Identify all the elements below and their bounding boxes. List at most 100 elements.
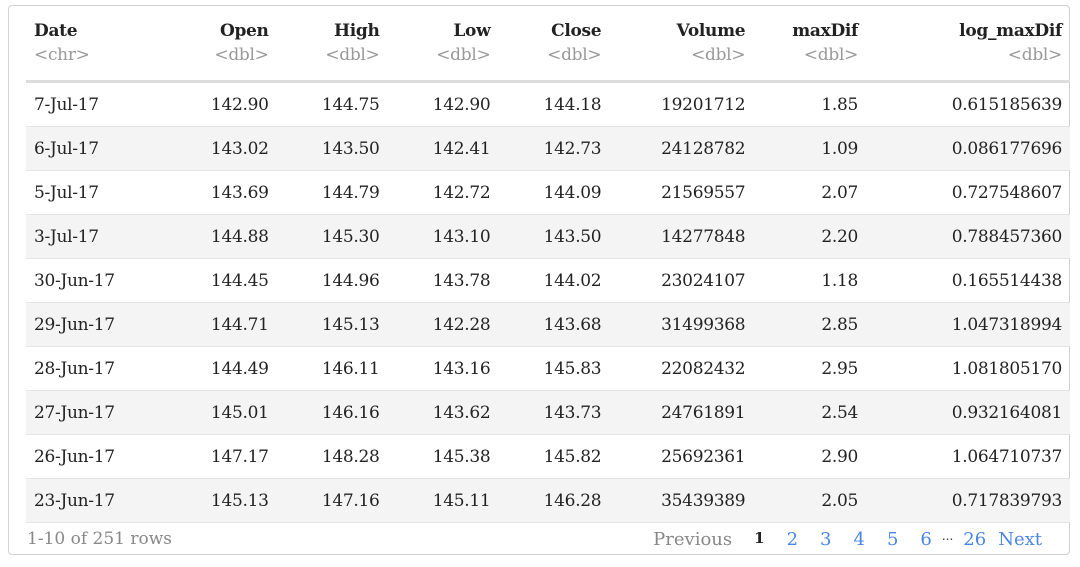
cell-log_maxdif: 0.727548607 bbox=[866, 170, 1070, 215]
cell-log_maxdif: 1.064710737 bbox=[866, 434, 1070, 479]
page-1[interactable]: 1 bbox=[754, 529, 764, 550]
cell-high: 146.11 bbox=[276, 346, 388, 391]
cell-volume: 21569557 bbox=[609, 170, 754, 215]
column-type: <dbl> bbox=[803, 45, 859, 65]
cell-close: 144.02 bbox=[498, 258, 610, 303]
cell-close: 145.83 bbox=[498, 346, 610, 391]
cell-low: 145.38 bbox=[387, 434, 499, 479]
column-type: <dbl> bbox=[547, 45, 602, 65]
cell-close: 142.73 bbox=[498, 126, 610, 171]
cell-close: 143.50 bbox=[498, 214, 610, 259]
page-3[interactable]: 3 bbox=[820, 529, 831, 550]
cell-date: 6-Jul-17 bbox=[26, 126, 171, 171]
cell-low: 142.28 bbox=[387, 302, 499, 347]
cell-maxdif: 2.20 bbox=[753, 214, 867, 259]
cell-open: 143.02 bbox=[170, 126, 277, 171]
column-header-low[interactable]: Low <dbl> bbox=[387, 14, 499, 83]
page-5[interactable]: 5 bbox=[887, 529, 898, 550]
cell-date: 23-Jun-17 bbox=[26, 478, 171, 523]
page-2[interactable]: 2 bbox=[787, 529, 798, 550]
cell-volume: 23024107 bbox=[609, 258, 754, 303]
column-header-high[interactable]: High <dbl> bbox=[276, 14, 388, 83]
cell-volume: 25692361 bbox=[609, 434, 754, 479]
cell-date: 27-Jun-17 bbox=[26, 390, 171, 435]
cell-open: 145.01 bbox=[170, 390, 277, 435]
page-4[interactable]: 4 bbox=[853, 529, 864, 550]
cell-volume: 19201712 bbox=[609, 81, 754, 127]
column-header-log_maxdif[interactable]: log_maxDif <dbl> bbox=[866, 14, 1070, 83]
cell-close: 145.82 bbox=[498, 434, 610, 479]
cell-open: 143.69 bbox=[170, 170, 277, 215]
cell-maxdif: 2.90 bbox=[753, 434, 867, 479]
pagination: Previous 1 2 3 4 5 6 ... 26 Next bbox=[653, 529, 1042, 550]
cell-open: 144.45 bbox=[170, 258, 277, 303]
cell-high: 144.96 bbox=[276, 258, 388, 303]
cell-date: 29-Jun-17 bbox=[26, 302, 171, 347]
cell-maxdif: 2.07 bbox=[753, 170, 867, 215]
cell-maxdif: 2.95 bbox=[753, 346, 867, 391]
page-6[interactable]: 6 bbox=[920, 529, 931, 550]
column-name: log_maxDif bbox=[959, 21, 1062, 41]
previous-button[interactable]: Previous bbox=[653, 529, 732, 550]
table-row: 23-Jun-17 145.13 147.16 145.11 146.28 3543938… bbox=[26, 478, 1070, 523]
cell-volume: 14277848 bbox=[609, 214, 754, 259]
cell-date: 30-Jun-17 bbox=[26, 258, 171, 303]
cell-open: 147.17 bbox=[170, 434, 277, 479]
cell-high: 145.13 bbox=[276, 302, 388, 347]
cell-log_maxdif: 0.788457360 bbox=[866, 214, 1070, 259]
cell-open: 144.49 bbox=[170, 346, 277, 391]
cell-maxdif: 1.09 bbox=[753, 126, 867, 171]
cell-volume: 24128782 bbox=[609, 126, 754, 171]
column-type: <dbl> bbox=[1007, 45, 1063, 65]
column-header-maxdif[interactable]: maxDif <dbl> bbox=[753, 14, 867, 83]
table-row: 30-Jun-17 144.45 144.96 143.78 144.02 2302410… bbox=[26, 258, 1070, 303]
cell-close: 146.28 bbox=[498, 478, 610, 523]
cell-volume: 24761891 bbox=[609, 390, 754, 435]
page-26[interactable]: 26 bbox=[963, 529, 986, 550]
cell-date: 5-Jul-17 bbox=[26, 170, 171, 215]
cell-log_maxdif: 0.165514438 bbox=[866, 258, 1070, 303]
table-row: 27-Jun-17 145.01 146.16 143.62 143.73 2476189… bbox=[26, 390, 1070, 435]
column-header-close[interactable]: Close <dbl> bbox=[498, 14, 610, 83]
cell-close: 143.73 bbox=[498, 390, 610, 435]
cell-high: 147.16 bbox=[276, 478, 388, 523]
table-row: 6-Jul-17 143.02 143.50 142.41 142.73 24128782… bbox=[26, 126, 1070, 171]
cell-open: 144.71 bbox=[170, 302, 277, 347]
table-row: 28-Jun-17 144.49 146.11 143.16 145.83 2208243… bbox=[26, 346, 1070, 391]
cell-low: 143.62 bbox=[387, 390, 499, 435]
cell-log_maxdif: 1.081805170 bbox=[866, 346, 1070, 391]
column-header-volume[interactable]: Volume <dbl> bbox=[609, 14, 754, 83]
cell-high: 144.75 bbox=[276, 81, 388, 127]
cell-high: 144.79 bbox=[276, 170, 388, 215]
cell-maxdif: 2.54 bbox=[753, 390, 867, 435]
column-type: <dbl> bbox=[325, 45, 380, 65]
column-header-date[interactable]: Date <chr> bbox=[26, 14, 171, 83]
table-container: Date <chr> Open <dbl> High <dbl> Low <dbl> Close… bbox=[8, 5, 1070, 555]
cell-maxdif: 1.18 bbox=[753, 258, 867, 303]
column-name: Date bbox=[34, 21, 78, 41]
cell-low: 142.41 bbox=[387, 126, 499, 171]
cell-open: 144.88 bbox=[170, 214, 277, 259]
cell-low: 143.78 bbox=[387, 258, 499, 303]
table-row: 7-Jul-17 142.90 144.75 142.90 144.18 19201712… bbox=[26, 81, 1070, 127]
column-name: Close bbox=[551, 21, 602, 41]
cell-low: 142.72 bbox=[387, 170, 499, 215]
table-row: 29-Jun-17 144.71 145.13 142.28 143.68 3149936… bbox=[26, 302, 1070, 347]
cell-low: 145.11 bbox=[387, 478, 499, 523]
cell-date: 7-Jul-17 bbox=[26, 81, 171, 127]
cell-high: 145.30 bbox=[276, 214, 388, 259]
cell-date: 26-Jun-17 bbox=[26, 434, 171, 479]
row-count-summary: 1-10 of 251 rows bbox=[27, 529, 173, 549]
cell-log_maxdif: 0.086177696 bbox=[866, 126, 1070, 171]
next-button[interactable]: Next bbox=[998, 529, 1042, 550]
cell-volume: 31499368 bbox=[609, 302, 754, 347]
column-name: Volume bbox=[676, 21, 746, 41]
table-row: 26-Jun-17 147.17 148.28 145.38 145.82 2569236… bbox=[26, 434, 1070, 479]
column-header-open[interactable]: Open <dbl> bbox=[170, 14, 277, 83]
cell-log_maxdif: 0.615185639 bbox=[866, 81, 1070, 127]
column-type: <dbl> bbox=[214, 45, 269, 65]
cell-maxdif: 2.85 bbox=[753, 302, 867, 347]
column-type: <dbl> bbox=[436, 45, 491, 65]
cell-high: 143.50 bbox=[276, 126, 388, 171]
cell-log_maxdif: 0.932164081 bbox=[866, 390, 1070, 435]
